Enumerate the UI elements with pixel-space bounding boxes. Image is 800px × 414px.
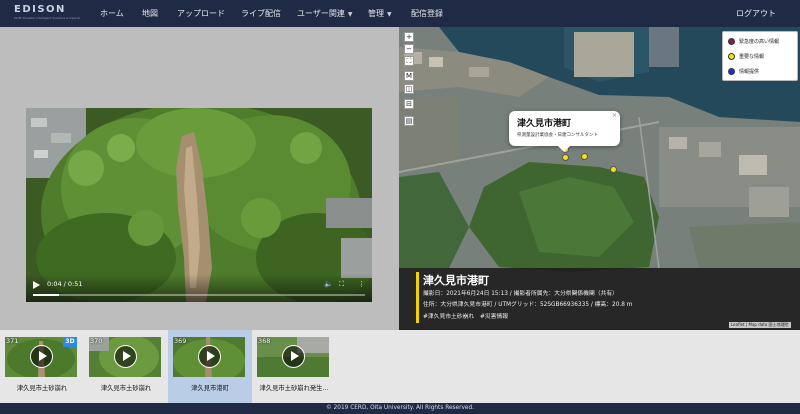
info-title: 津久見市港町: [423, 274, 489, 287]
nav-admin-label: 管理: [368, 9, 384, 18]
video-progress-bar[interactable]: [33, 294, 365, 296]
thumbnail-card[interactable]: 370 津久見市土砂崩れ: [84, 330, 168, 403]
video-player[interactable]: 0:04 / 0:51 🔈 ⛶ ⋮: [26, 108, 372, 302]
map-marker-important[interactable]: [581, 153, 588, 160]
map-type-button[interactable]: M: [404, 71, 414, 81]
info-accent-bar: [416, 272, 419, 323]
logout-label: ログアウト: [736, 9, 776, 18]
nav-map-label: 地図: [142, 9, 158, 18]
top-navbar: EDISON Earth Disaster Intelligent System…: [0, 0, 800, 27]
caret-down-icon: ▼: [347, 11, 353, 18]
map-view[interactable]: + − ⛶ M ◫ ⊟ ▤ 緊急度の高い情報 重要な情報 情報提供 津久見市港町…: [399, 27, 800, 330]
logout-link[interactable]: ログアウト: [736, 0, 776, 27]
nav-upload-label: アップロード: [177, 9, 225, 18]
nav-map[interactable]: 地図: [142, 0, 158, 27]
nav-users-dropdown[interactable]: ユーザー関連 ▼: [297, 0, 352, 27]
legend-urgent: 緊急度の高い情報: [728, 36, 779, 46]
thumbnail-card[interactable]: 371 3D 津久見市土砂崩れ: [0, 330, 84, 403]
thumbnail-image: 369: [173, 337, 245, 377]
logo-tagline: Earth Disaster Intelligent Systems & Ope…: [14, 16, 80, 20]
video-panel: 0:04 / 0:51 🔈 ⛶ ⋮: [0, 27, 399, 330]
nav-users-label: ユーザー関連: [297, 9, 345, 18]
nav-admin-dropdown[interactable]: 管理 ▼: [368, 0, 392, 27]
fullscreen-icon[interactable]: ⛶: [339, 280, 344, 289]
video-progress-fill: [33, 294, 59, 296]
thumbnail-label: 津久見市港町: [191, 385, 229, 392]
play-circle-icon[interactable]: [114, 345, 137, 368]
fullscreen-map-button[interactable]: ⛶: [404, 56, 414, 66]
legend-info-label: 情報提供: [739, 68, 760, 75]
nav-home-label: ホーム: [100, 9, 124, 18]
thumbnail-label: 津久見市土砂崩れ発生...: [259, 385, 329, 392]
thumbnail-number: 369: [174, 337, 187, 345]
nav-register[interactable]: 配信登録: [411, 0, 443, 27]
more-options-icon[interactable]: ⋮: [358, 280, 365, 288]
media-info-panel: 津久見市港町 撮影日：2021年6月24日 15:13 / 撮影者所属先：大分県…: [399, 268, 800, 330]
info-location-details: 住所：大分県津久見市港町 / UTMグリッド：52SGB66936335 / 標…: [423, 302, 633, 308]
video-time: 0:04 / 0:51: [47, 280, 83, 288]
play-circle-icon[interactable]: [198, 345, 221, 368]
thumbnail-image: 371 3D: [5, 337, 77, 377]
thumbnail-label: 津久見市土砂崩れ: [16, 385, 68, 392]
map-marker-important[interactable]: [610, 166, 617, 173]
play-circle-icon[interactable]: [30, 345, 53, 368]
nav-upload[interactable]: アップロード: [177, 0, 225, 27]
play-icon[interactable]: [33, 281, 40, 289]
legend-important-label: 重要な情報: [739, 53, 765, 60]
zoom-in-button[interactable]: +: [404, 32, 414, 42]
info-tags[interactable]: #津久見市土砂崩れ #災害情報: [423, 311, 508, 320]
nav-register-label: 配信登録: [411, 9, 443, 18]
zoom-out-button[interactable]: −: [404, 44, 414, 54]
thumbnail-image: 368: [257, 337, 329, 377]
thumbnail-card-selected[interactable]: 369 津久見市港町: [168, 330, 252, 403]
volume-icon[interactable]: 🔈: [324, 280, 333, 288]
layer-toggle-button[interactable]: ◫: [404, 84, 414, 94]
map-popup[interactable]: 津久見市港町 県測量設計業協会・日建コンサルタント ×: [509, 111, 620, 152]
nav-home[interactable]: ホーム: [100, 0, 124, 27]
caret-down-icon: ▼: [387, 11, 392, 18]
thumbnail-label: 津久見市土砂崩れ: [100, 385, 152, 392]
info-pin-icon: [728, 67, 735, 75]
popup-subtitle: 県測量設計業協会・日建コンサルタント: [517, 133, 598, 138]
list-view-button[interactable]: ▤: [404, 116, 414, 126]
nav-live-label: ライブ配信: [241, 9, 281, 18]
thumbnail-number: 368: [258, 337, 271, 345]
thumbnail-number: 371: [6, 337, 19, 345]
video-frame-image: [26, 108, 372, 302]
popup-title: 津久見市港町: [517, 119, 572, 129]
legend-important: 重要な情報: [728, 51, 764, 61]
close-icon[interactable]: ×: [612, 112, 617, 119]
thumbnail-card[interactable]: 368 津久見市土砂崩れ発生...: [252, 330, 336, 403]
thumbnail-strip: 371 3D 津久見市土砂崩れ 370 津久見市土砂崩れ 369 津久見市港町 …: [0, 330, 800, 403]
map-attribution[interactable]: Leaflet | Map data 国土地理院: [729, 322, 791, 328]
edison-logo[interactable]: EDISON Earth Disaster Intelligent System…: [14, 4, 80, 23]
legend-urgent-label: 緊急度の高い情報: [739, 38, 780, 45]
thumbnail-image: 370: [89, 337, 161, 377]
3d-badge: 3D: [63, 337, 77, 347]
footer-copyright: © 2019 CERD, Oita University. All Rights…: [0, 403, 800, 414]
video-controls: 0:04 / 0:51 🔈 ⛶ ⋮: [26, 274, 372, 302]
info-capture-details: 撮影日：2021年6月24日 15:13 / 撮影者所属先：大分県関係機関（共有…: [423, 291, 618, 297]
logo-wordmark: EDISON: [14, 4, 66, 15]
important-pin-icon: [728, 52, 735, 60]
nav-live[interactable]: ライブ配信: [241, 0, 281, 27]
play-circle-icon[interactable]: [282, 345, 305, 368]
urgent-pin-icon: [728, 37, 735, 45]
overlay-toggle-button[interactable]: ⊟: [404, 99, 414, 109]
legend-info: 情報提供: [728, 66, 759, 76]
thumbnail-number: 370: [90, 337, 103, 345]
map-legend: 緊急度の高い情報 重要な情報 情報提供: [722, 31, 798, 81]
map-marker-important[interactable]: [562, 154, 569, 161]
